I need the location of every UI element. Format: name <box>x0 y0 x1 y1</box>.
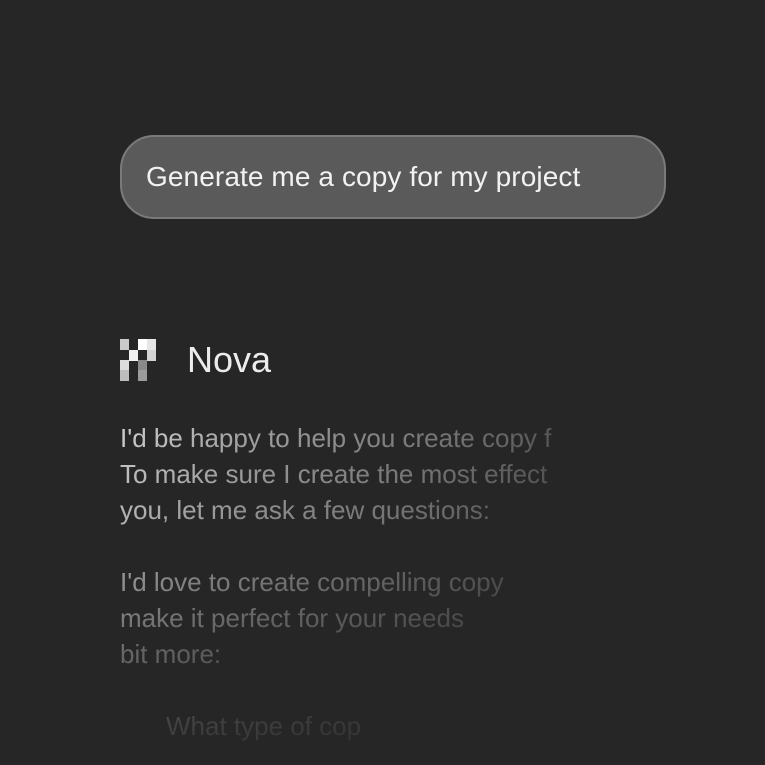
response-line: I'd love to create compelling copy <box>120 567 504 597</box>
response-line: To make sure I create the most effect <box>120 459 548 489</box>
pixel-grid-logo-icon <box>120 339 156 381</box>
assistant-header: Nova <box>120 338 271 382</box>
response-line: bit more: <box>120 639 222 669</box>
assistant-response: I'd be happy to help you create copy f T… <box>120 420 680 765</box>
response-line: I'd be happy to help you create copy f <box>120 423 552 453</box>
user-message-text: Generate me a copy for my project <box>146 161 581 192</box>
response-line: you, let me ask a few questions: <box>120 495 490 525</box>
assistant-name: Nova <box>187 339 272 380</box>
response-line: make it perfect for your needs <box>120 603 464 633</box>
response-list-item: What type of cop <box>166 711 362 741</box>
user-message-bubble: Generate me a copy for my project <box>120 135 666 219</box>
